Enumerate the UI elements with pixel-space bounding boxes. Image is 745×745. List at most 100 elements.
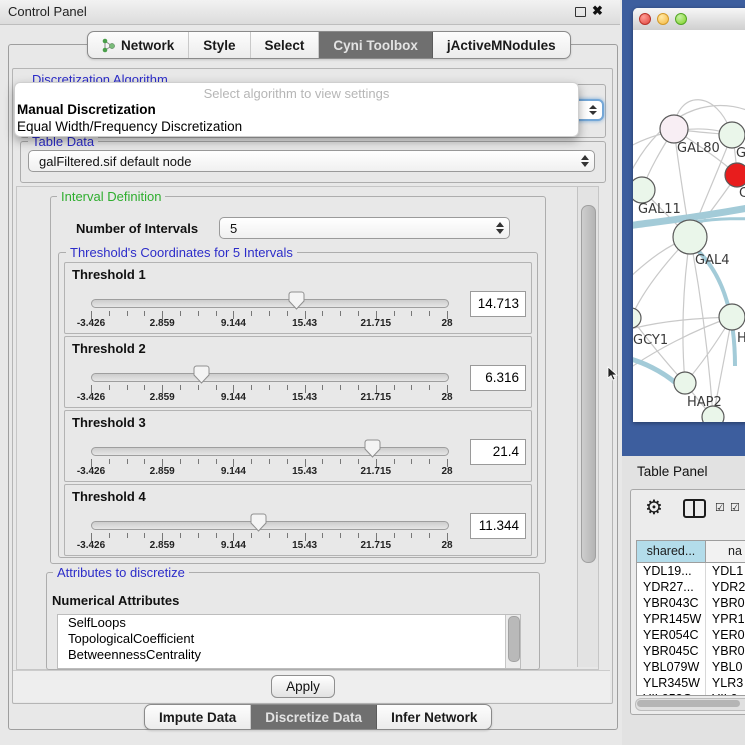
threshold-panel: Threshold 2 -3.4262.8599.14415.4321.7152… — [64, 336, 532, 408]
network-node[interactable] — [719, 122, 745, 148]
slider-track[interactable] — [91, 447, 449, 456]
table-row[interactable]: YDR27...YDR2 — [637, 579, 745, 595]
node-table[interactable]: shared...na YDL19...YDL1YDR27...YDR2YBR0… — [636, 540, 745, 696]
vertical-scrollbar[interactable] — [577, 187, 598, 667]
numerical-attributes-list[interactable]: SelfLoopsTopologicalCoefficientBetweenne… — [57, 614, 521, 669]
network-node[interactable] — [660, 115, 688, 143]
network-node[interactable] — [633, 308, 641, 328]
threshold-value-field[interactable]: 11.344 — [470, 513, 526, 539]
tick-mark — [358, 311, 359, 316]
slider-track[interactable] — [91, 299, 449, 308]
slider-thumb[interactable] — [364, 439, 381, 458]
tab-select[interactable]: Select — [251, 32, 320, 58]
float-window-icon[interactable] — [575, 7, 586, 17]
network-node[interactable] — [725, 163, 745, 187]
zoom-traffic-light-icon[interactable] — [675, 13, 687, 25]
checkbox-icon[interactable]: ☑ — [715, 501, 725, 514]
threshold-value-field[interactable]: 6.316 — [470, 365, 526, 391]
checkbox-icon[interactable]: ☑ — [730, 501, 740, 514]
gear-icon[interactable]: ⚙ — [645, 495, 663, 520]
attribute-item[interactable]: SelfLoops — [58, 615, 520, 631]
num-intervals-combo[interactable]: 5 — [219, 217, 510, 239]
tick-mark — [216, 311, 217, 316]
hscrollbar-thumb[interactable] — [637, 700, 740, 707]
table-cell: YER0 — [706, 627, 745, 643]
tick-mark — [144, 385, 145, 390]
table-row[interactable]: YER054CYER0 — [637, 627, 745, 643]
threshold-value-field[interactable]: 21.4 — [470, 439, 526, 465]
slider-thumb[interactable] — [193, 365, 210, 384]
table-panel: ⚙ ☑ ☑ shared...na YDL19...YDL1YDR27...YD… — [630, 489, 745, 715]
popup-hint: Select algorithm to view settings — [15, 83, 578, 101]
tab-discretize-data[interactable]: Discretize Data — [251, 705, 377, 729]
tick-mark — [180, 385, 181, 390]
tab-label: Cyni Toolbox — [333, 38, 418, 53]
tick-mark — [251, 533, 252, 538]
table-row[interactable]: YDL19...YDL1 — [637, 563, 745, 579]
threshold-value-field[interactable]: 14.713 — [470, 291, 526, 317]
table-cell: YBL079W — [637, 659, 706, 675]
tab-strip: NetworkStyleSelect Cyni Toolbox jActiveMNo… — [87, 31, 571, 59]
tick-mark — [127, 311, 128, 316]
scrollbar-thumb[interactable] — [581, 205, 596, 563]
table-row[interactable]: YBL079WYBL0 — [637, 659, 745, 675]
num-intervals-label: Number of Intervals — [76, 221, 198, 236]
table-row[interactable]: YBR045CYBR0 — [637, 643, 745, 659]
tab-impute-data[interactable]: Impute Data — [145, 705, 251, 729]
split-table-icon[interactable] — [683, 499, 706, 518]
network-node[interactable] — [633, 177, 655, 203]
list-scrollbar[interactable] — [505, 615, 520, 668]
network-node[interactable] — [719, 304, 745, 330]
tick-mark — [109, 533, 110, 538]
network-node[interactable] — [673, 220, 707, 254]
table-cell: YBR043C — [637, 595, 706, 611]
panel-title: Control Panel — [8, 4, 87, 19]
tab-infer-network[interactable]: Infer Network — [377, 705, 491, 729]
apply-button[interactable]: Apply — [271, 675, 335, 698]
slider-thumb[interactable] — [250, 513, 267, 532]
attribute-item[interactable]: BetweennessCentrality — [58, 647, 520, 663]
close-traffic-light-icon[interactable] — [639, 13, 651, 25]
table-row[interactable]: YIL052CYIL0 — [637, 691, 745, 696]
table-data-combo[interactable]: galFiltered.sif default node — [28, 150, 595, 172]
tick-label: 2.859 — [127, 540, 197, 551]
tick-mark — [287, 311, 288, 316]
tick-mark — [287, 459, 288, 464]
network-node-label: GCY1 — [633, 333, 668, 348]
network-node[interactable] — [702, 406, 724, 422]
column-header[interactable]: na — [706, 541, 745, 562]
algorithm-option[interactable]: Manual Discretization — [15, 101, 578, 118]
tab-jactivemnodules[interactable]: jActiveMNodules — [433, 32, 570, 58]
tab-cyni-toolbox[interactable]: Cyni Toolbox — [319, 32, 433, 58]
horizontal-scrollbar[interactable] — [635, 698, 745, 711]
tick-mark — [340, 311, 341, 316]
attribute-item[interactable]: TopologicalCoefficient — [58, 631, 520, 647]
slider-track[interactable] — [91, 521, 449, 530]
table-cell: YDR27... — [637, 579, 706, 595]
slider-track[interactable] — [91, 373, 449, 382]
tab-network[interactable]: Network — [88, 32, 189, 58]
spinner-icon[interactable] — [584, 105, 602, 115]
table-row[interactable]: YBR043CYBR0 — [637, 595, 745, 611]
tick-mark — [269, 459, 270, 464]
tick-mark — [144, 459, 145, 464]
slider-thumb[interactable] — [288, 291, 305, 310]
table-row[interactable]: YPR145WYPR1 — [637, 611, 745, 627]
spinner-icon[interactable] — [576, 155, 594, 167]
minimize-traffic-light-icon[interactable] — [657, 13, 669, 25]
table-row[interactable]: YLR345WYLR3 — [637, 675, 745, 691]
tick-label: 15.43 — [270, 318, 340, 329]
network-canvas[interactable]: GAL80GCGAL11GAL4GCY1HHAP2 — [633, 30, 745, 422]
tab-style[interactable]: Style — [189, 32, 250, 58]
network-window-titlebar[interactable] — [633, 8, 745, 31]
list-scrollbar-thumb[interactable] — [508, 616, 520, 662]
network-node[interactable] — [674, 372, 696, 394]
tick-label: 15.43 — [270, 540, 340, 551]
column-header[interactable]: shared... — [637, 541, 706, 562]
close-icon[interactable]: ✖ — [592, 3, 603, 19]
bottom-tab-strip: Impute DataDiscretize DataInfer Network — [144, 704, 492, 730]
spinner-icon[interactable] — [491, 222, 509, 234]
algorithm-option[interactable]: Equal Width/Frequency Discretization — [15, 118, 578, 135]
network-window[interactable]: GAL80GCGAL11GAL4GCY1HHAP2 — [633, 8, 745, 422]
tick-label: 21.715 — [341, 318, 411, 329]
